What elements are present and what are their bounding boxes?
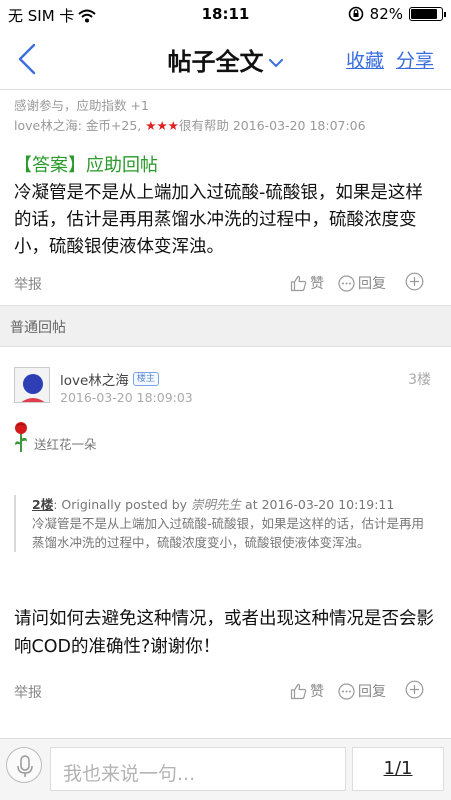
battery-icon [409,7,446,21]
comment-input[interactable]: 我也来说一句... [50,747,346,791]
flower-gift: 送红花一朵 [12,421,97,453]
thumbs-up-icon [290,683,307,699]
bottom-bar: 我也来说一句... 1/1 [0,738,451,800]
status-right: 82% [348,5,446,23]
section-header: 普通回帖 [0,305,451,347]
rating-info: 感谢参与，应助指数 +1 love林之海: 金币+25, ★★★很有帮助 201… [0,91,451,136]
answer-text: 冷凝管是不是从上端加入过硫酸-硫酸银，如果是这样的话，估计是再用蒸馏水冲洗的过程… [14,183,423,257]
rose-icon [15,422,27,452]
microphone-icon [17,755,33,777]
add-circle-icon[interactable] [405,272,424,291]
reply-label: 回复 [358,276,386,292]
page-indicator[interactable]: 1/1 [352,747,444,791]
reply-text: 请问如何去避免这种情况，或者出现这种情况是否会影响COD的准确性?谢谢你！ [14,609,434,657]
rating-line-2: love林之海: 金币+25, ★★★很有帮助 2016-03-20 18:07… [14,116,437,136]
quote-by: : Originally posted by [53,497,192,512]
page-title-text: 帖子全文 [167,48,264,76]
rating-line-1: 感谢参与，应助指数 +1 [14,98,149,113]
avatar[interactable] [14,367,50,403]
nav-bar: 帖子全文 收藏 分享 [0,28,451,90]
voice-button[interactable] [6,747,42,783]
reply-actions: 举报 赞 回复 [0,669,451,713]
quote-author: 崇明先生 [191,497,242,512]
quote-floor-link[interactable]: 2楼 [32,497,53,512]
quote-block: 2楼: Originally posted by 崇明先生 at 2016-03… [14,495,424,552]
user-avatar-icon [21,374,45,402]
like-label: 赞 [310,684,324,700]
host-badge: 楼主 [132,372,159,386]
quote-text: 冷凝管是不是从上端加入过硫酸-硫酸银，如果是这样的话，估计是再用蒸馏水冲洗的过程… [32,516,425,550]
like-label: 赞 [310,276,324,292]
like-button[interactable]: 赞 [290,681,324,701]
comment-icon [338,682,355,700]
chevron-down-icon[interactable] [268,58,284,68]
answer-actions: 举报 赞 回复 [0,261,451,305]
floor-number: 3楼 [408,372,431,388]
post-content[interactable]: 感谢参与，应助指数 +1 love林之海: 金币+25, ★★★很有帮助 201… [0,91,451,737]
post-date: 2016-03-20 18:09:03 [60,390,193,405]
quote-header: 2楼: Originally posted by 崇明先生 at 2016-03… [32,495,424,514]
comment-icon [338,274,355,292]
like-button[interactable]: 赞 [290,273,324,293]
back-chevron-icon[interactable] [14,42,40,76]
favorite-button[interactable]: 收藏 [346,46,384,73]
post-author[interactable]: love林之海 楼主 [60,369,159,389]
answer-block: 【答案】应助回帖 冷凝管是不是从上端加入过硫酸-硫酸银，如果是这样的话，估计是再… [0,136,451,261]
reply-button[interactable]: 回复 [338,273,386,293]
quote-date: at 2016-03-20 10:19:11 [241,497,395,512]
add-circle-icon[interactable] [405,680,424,699]
rating-comment-date: 很有帮助 2016-03-20 18:07:06 [178,118,366,133]
rating-stars: ★★★ [145,118,179,133]
share-button[interactable]: 分享 [396,46,434,73]
answer-title: 【答案】应助回帖 [14,155,158,176]
reply-label: 回复 [358,684,386,700]
status-bar: 无 SIM 卡 18:11 82% [0,0,451,28]
flower-label: 送红花一朵 [34,437,97,452]
reply-post: love林之海 楼主 3楼 2016-03-20 18:09:03 送红花一朵 … [0,347,451,717]
reply-button[interactable]: 回复 [338,681,386,701]
post-author-name: love林之海 [60,373,129,389]
report-button[interactable]: 举报 [14,274,42,294]
battery-percent: 82% [369,5,403,23]
rotation-lock-icon [348,6,363,22]
thumbs-up-icon [290,275,307,291]
rating-user-coins: love林之海: 金币+25, [14,118,146,133]
report-button[interactable]: 举报 [14,682,42,702]
